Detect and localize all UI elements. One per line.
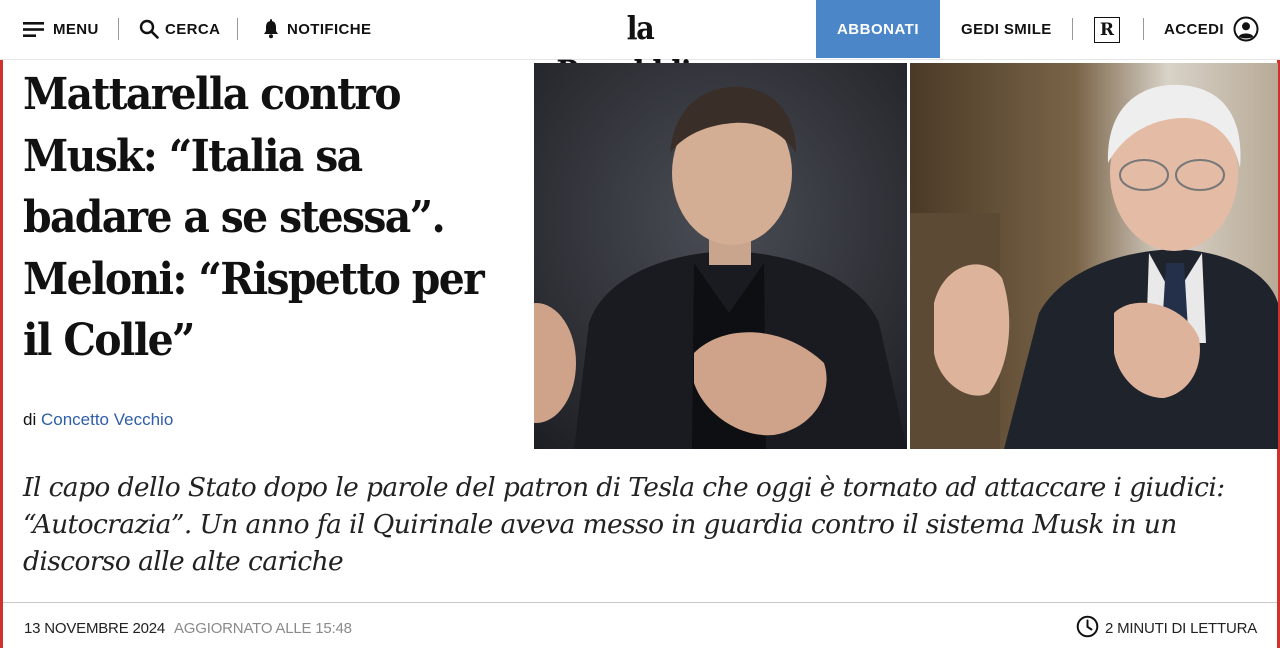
updated-time: AGGIORNATO ALLE 15:48 xyxy=(174,620,352,637)
user-icon xyxy=(1233,16,1259,42)
site-header: MENU CERCA NOTIFICHE la Repubblica ABBON… xyxy=(0,0,1280,91)
article-headline: Mattarella contro Musk: “Italia sa badar… xyxy=(23,64,488,372)
notifications-button[interactable]: NOTIFICHE xyxy=(262,0,371,58)
author-link[interactable]: Concetto Vecchio xyxy=(41,410,173,429)
rep-badge-icon[interactable]: R xyxy=(1094,17,1120,43)
login-button[interactable]: ACCEDI xyxy=(1164,0,1259,58)
search-icon xyxy=(139,19,159,39)
nav-separator xyxy=(1072,18,1073,40)
headline-line: il Colle” xyxy=(23,315,195,366)
headline-line: Mattarella contro xyxy=(23,69,402,120)
article-summary: Il capo dello Stato dopo le parole del p… xyxy=(23,472,1225,577)
nav-separator xyxy=(1143,18,1144,40)
photo-right-panel xyxy=(910,63,1278,449)
headline-line: Musk: “Italia sa xyxy=(23,130,363,182)
menu-button[interactable]: MENU xyxy=(23,0,99,58)
nav-separator xyxy=(118,18,119,40)
hamburger-icon xyxy=(23,21,44,37)
clock-icon xyxy=(1076,615,1105,642)
site-logo[interactable]: la Repubblica xyxy=(550,6,730,91)
headline-line: badare a se stessa”. xyxy=(23,192,446,243)
reading-time: 2 MINUTI DI LETTURA xyxy=(1076,615,1258,642)
gedi-smile-link[interactable]: GEDI SMILE xyxy=(961,0,1052,58)
meta-divider xyxy=(3,602,1277,603)
article-photo xyxy=(534,63,1278,449)
page-edge-left xyxy=(0,60,3,648)
search-label: CERCA xyxy=(165,20,221,38)
reading-time-label: 2 MINUTI DI LETTURA xyxy=(1105,619,1258,637)
subscribe-button[interactable]: ABBONATI xyxy=(816,0,940,58)
publish-date: 13 NOVEMBRE 2024 xyxy=(24,620,166,637)
search-button[interactable]: CERCA xyxy=(139,0,220,58)
headline-line: Meloni: “Rispetto per xyxy=(23,253,485,305)
photo-left-panel xyxy=(534,63,907,449)
notifications-label: NOTIFICHE xyxy=(287,20,372,38)
byline-prefix: di xyxy=(23,410,37,429)
nav-separator xyxy=(237,18,238,40)
login-label: ACCEDI xyxy=(1164,20,1224,38)
menu-label: MENU xyxy=(53,20,99,38)
byline: di Concetto Vecchio xyxy=(23,410,173,430)
bell-icon xyxy=(262,19,280,39)
